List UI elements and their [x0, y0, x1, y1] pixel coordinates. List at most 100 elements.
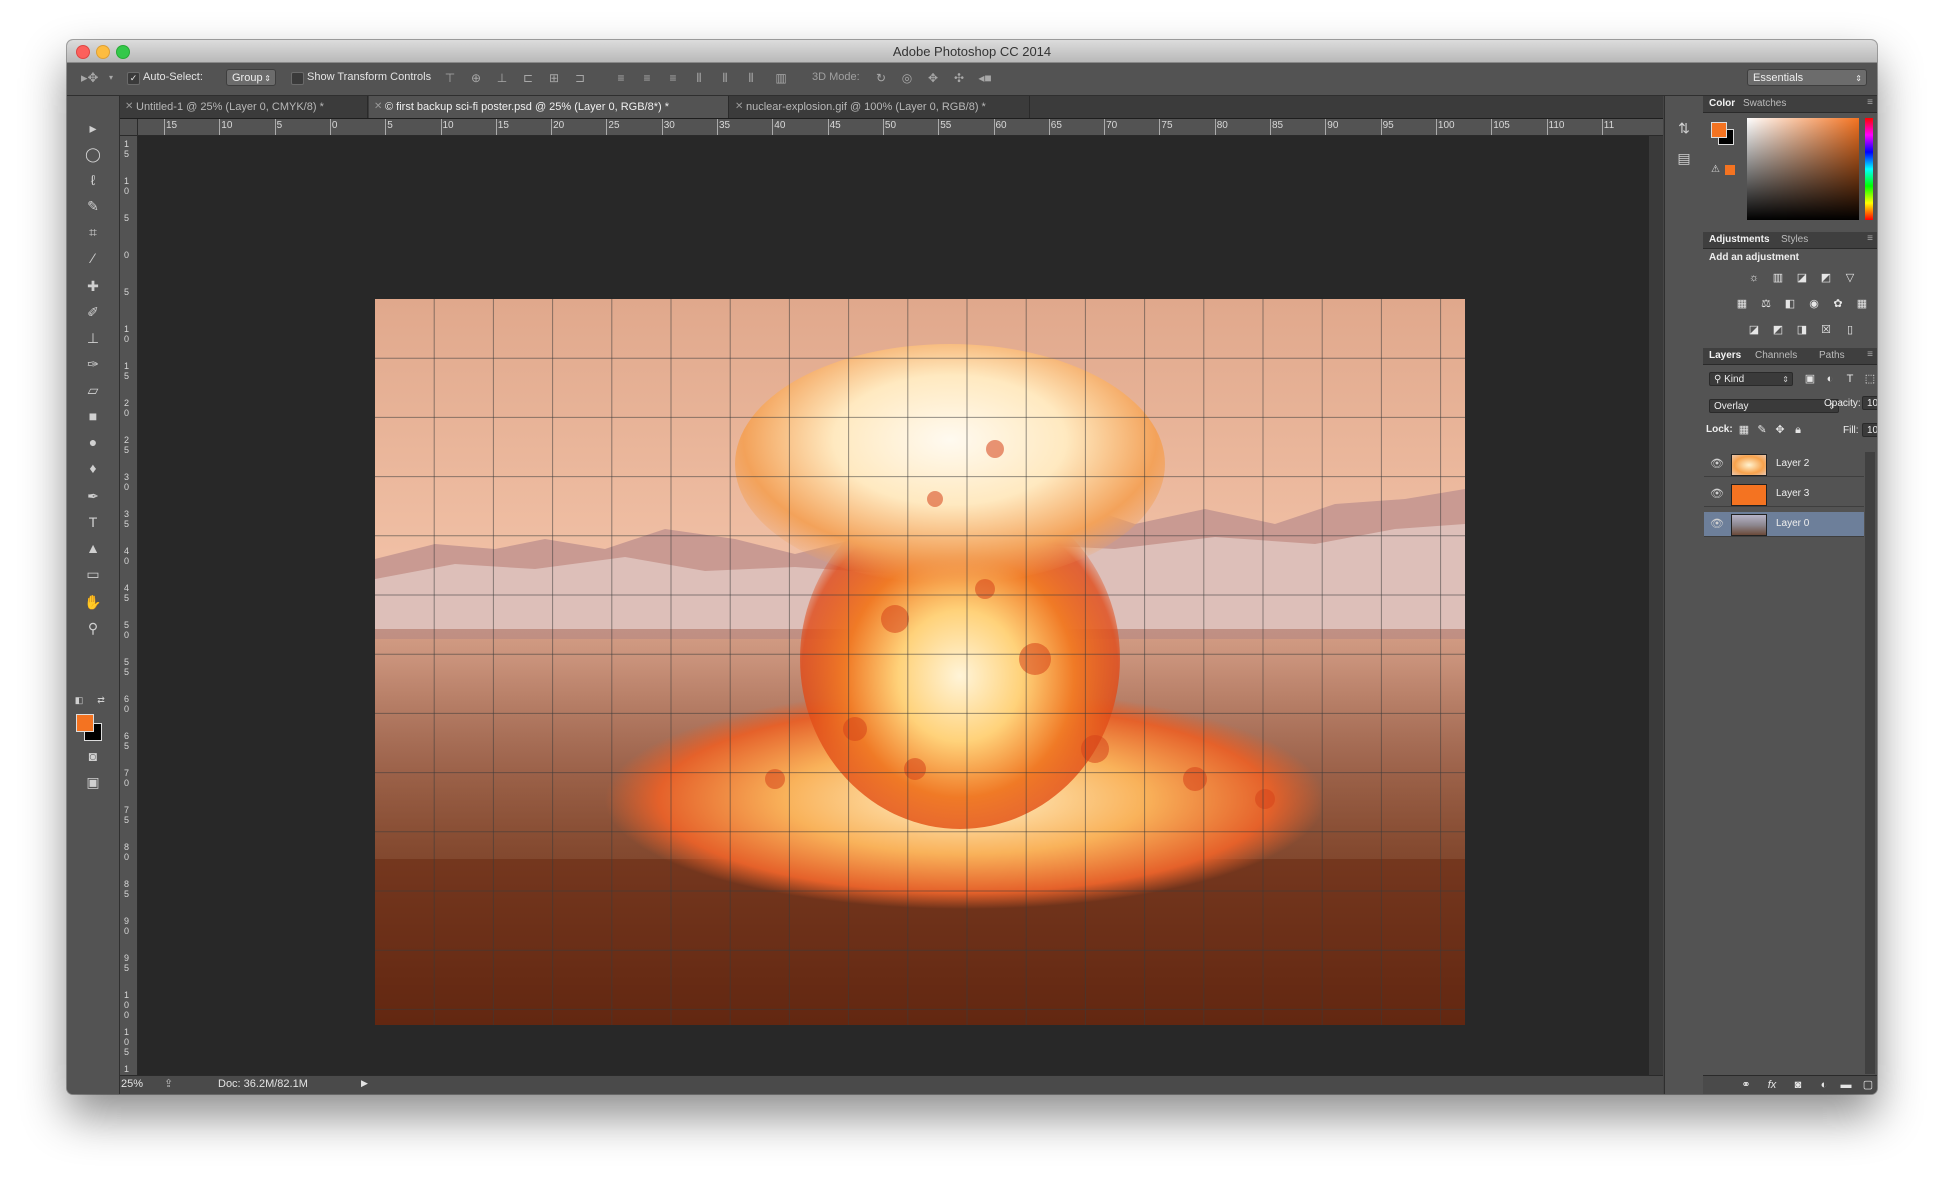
auto-align-icon[interactable]: ▥ [773, 71, 789, 85]
move-tool-icon[interactable]: ▸ [82, 118, 104, 138]
align-right-icon[interactable]: ⊐ [572, 71, 588, 85]
photo-filter-icon[interactable]: ◉ [1807, 298, 1821, 310]
eraser-tool-icon[interactable]: ▱ [82, 380, 104, 400]
lock-image-icon[interactable]: ✎ [1755, 424, 1769, 436]
3d-slide-icon[interactable]: ✣ [951, 71, 967, 85]
type-tool-icon[interactable]: T [82, 512, 104, 532]
ruler-origin[interactable] [120, 119, 138, 136]
distribute-vcenter-icon[interactable]: ≡ [639, 71, 655, 85]
filter-pixel-icon[interactable]: ▣ [1803, 373, 1817, 385]
align-vcenter-icon[interactable]: ⊕ [468, 71, 484, 85]
posterize-icon[interactable]: ◩ [1771, 324, 1785, 336]
auto-select-checkbox[interactable]: ✓ [127, 72, 140, 85]
quick-selection-tool-icon[interactable]: ✎ [82, 196, 104, 216]
screen-mode-icon[interactable]: ▣ [82, 772, 104, 792]
hue-slider[interactable] [1865, 118, 1873, 220]
tab-nuclear-explosion[interactable]: ✕ nuclear-explosion.gif @ 100% (Layer 0,… [730, 96, 1030, 118]
brightness-contrast-icon[interactable]: ☼ [1747, 272, 1761, 284]
panel-menu-icon[interactable]: ≡ [1867, 233, 1873, 244]
new-group-icon[interactable]: ▬ [1839, 1079, 1853, 1091]
black-white-icon[interactable]: ◧ [1783, 298, 1797, 310]
default-colors-icon[interactable]: ◧ [73, 690, 85, 710]
tab-adjustments[interactable]: Adjustments [1709, 234, 1770, 245]
vertical-ruler[interactable]: 15 10 5 0 5 10 15 20 25 30 35 40 45 50 55 60 65 70 75 80 85 9… [120, 136, 138, 1075]
gradient-tool-icon[interactable]: ■ [82, 406, 104, 426]
auto-select-dropdown[interactable]: Group ⇕ [226, 69, 276, 86]
tab-layers[interactable]: Layers [1709, 350, 1741, 361]
clone-stamp-tool-icon[interactable]: ⊥ [82, 328, 104, 348]
lock-all-icon[interactable]: 🔒︎ [1791, 424, 1805, 436]
levels-icon[interactable]: ▥ [1771, 272, 1785, 284]
color-picker-field[interactable] [1747, 118, 1859, 220]
tab-untitled-1[interactable]: ✕ Untitled-1 @ 25% (Layer 0, CMYK/8) * [120, 96, 368, 118]
workspace-switcher[interactable]: Essentials ⇕ [1747, 69, 1867, 86]
lock-position-icon[interactable]: ✥ [1773, 424, 1787, 436]
distribute-bottom-icon[interactable]: ≡ [665, 71, 681, 85]
panel-menu-icon[interactable]: ≡ [1867, 97, 1873, 108]
path-selection-tool-icon[interactable]: ▲ [82, 538, 104, 558]
pen-tool-icon[interactable]: ✒ [82, 486, 104, 506]
layer-row-layer-0[interactable]: 👁︎ Layer 0 [1704, 512, 1864, 537]
horizontal-ruler[interactable]: 15 10 5 0 5 10 15 20 25 30 35 40 45 50 55 60 65 70 75 80 85 9… [138, 119, 1663, 136]
share-icon[interactable]: ⇪ [164, 1077, 173, 1090]
add-mask-icon[interactable]: ◙ [1791, 1079, 1805, 1091]
layer-style-icon[interactable]: fx [1765, 1079, 1779, 1091]
color-panel-foreground[interactable] [1711, 122, 1727, 138]
tab-sci-fi-poster[interactable]: ✕ © first backup sci-fi poster.psd @ 25%… [369, 96, 729, 118]
zoom-tool-icon[interactable]: ⚲ [82, 618, 104, 638]
tab-paths[interactable]: Paths [1819, 350, 1845, 361]
link-layers-icon[interactable]: ⚭ [1739, 1079, 1753, 1091]
distribute-right-icon[interactable]: ⦀ [743, 71, 759, 85]
color-balance-icon[interactable]: ⚖ [1759, 298, 1773, 310]
history-panel-icon[interactable]: ⇅ [1673, 118, 1695, 138]
blur-tool-icon[interactable]: ● [82, 432, 104, 452]
filter-adjustment-icon[interactable]: ◐ [1823, 373, 1837, 385]
3d-roll-icon[interactable]: ◎ [899, 71, 915, 85]
blend-mode-dropdown[interactable]: Overlay ⇕ [1709, 399, 1839, 413]
filter-shape-icon[interactable]: ⬚ [1863, 373, 1877, 385]
preset-dropdown-icon[interactable]: ▾ [103, 71, 119, 85]
lasso-tool-icon[interactable]: ℓ [82, 170, 104, 190]
layers-scrollbar[interactable] [1865, 452, 1875, 1074]
close-tab-icon[interactable]: ✕ [374, 96, 382, 118]
tab-swatches[interactable]: Swatches [1743, 98, 1786, 109]
3d-pan-icon[interactable]: ✥ [925, 71, 941, 85]
distribute-top-icon[interactable]: ≡ [613, 71, 629, 85]
align-hcenter-icon[interactable]: ⊞ [546, 71, 562, 85]
new-layer-icon[interactable]: ▢ [1861, 1079, 1875, 1091]
visibility-eye-icon[interactable]: 👁︎ [1710, 457, 1724, 471]
visibility-eye-icon[interactable]: 👁︎ [1710, 487, 1724, 501]
layer-filter-dropdown[interactable]: ⚲ Kind ⇕ [1709, 372, 1793, 386]
healing-brush-tool-icon[interactable]: ✚ [82, 276, 104, 296]
foreground-color-swatch[interactable] [76, 714, 94, 732]
vertical-scrollbar[interactable] [1649, 136, 1663, 1075]
properties-panel-icon[interactable]: ▤ [1673, 148, 1695, 168]
curves-icon[interactable]: ◪ [1795, 272, 1809, 284]
layer-row-layer-3[interactable]: 👁︎ Layer 3 [1704, 482, 1864, 507]
show-transform-checkbox[interactable] [291, 72, 304, 85]
tab-channels[interactable]: Channels [1755, 350, 1797, 361]
invert-icon[interactable]: ◪ [1747, 324, 1761, 336]
dodge-tool-icon[interactable]: ♦ [82, 458, 104, 478]
visibility-eye-icon[interactable]: 👁︎ [1710, 517, 1724, 531]
status-menu-arrow-icon[interactable]: ▶ [361, 1078, 368, 1089]
history-brush-tool-icon[interactable]: ✑ [82, 354, 104, 374]
hand-tool-icon[interactable]: ✋ [82, 592, 104, 612]
3d-scale-icon[interactable]: ◂■ [977, 71, 993, 85]
close-tab-icon[interactable]: ✕ [125, 96, 133, 118]
eyedropper-tool-icon[interactable]: ⁄ [82, 248, 104, 268]
swap-colors-icon[interactable]: ⇄ [95, 690, 107, 710]
align-left-icon[interactable]: ⊏ [520, 71, 536, 85]
marquee-tool-icon[interactable]: ◯ [82, 144, 104, 164]
align-bottom-icon[interactable]: ⊥ [494, 71, 510, 85]
color-lookup-icon[interactable]: ▦ [1855, 298, 1869, 310]
crop-tool-icon[interactable]: ⌗ [82, 222, 104, 242]
document-canvas[interactable] [375, 299, 1465, 1025]
selective-color-icon[interactable]: ☒ [1819, 324, 1833, 336]
close-tab-icon[interactable]: ✕ [735, 96, 743, 118]
hue-saturation-icon[interactable]: ▦ [1735, 298, 1749, 310]
exposure-icon[interactable]: ◩ [1819, 272, 1833, 284]
tab-styles[interactable]: Styles [1781, 234, 1808, 245]
distribute-left-icon[interactable]: ⦀ [691, 71, 707, 85]
panel-menu-icon[interactable]: ≡ [1867, 349, 1873, 360]
